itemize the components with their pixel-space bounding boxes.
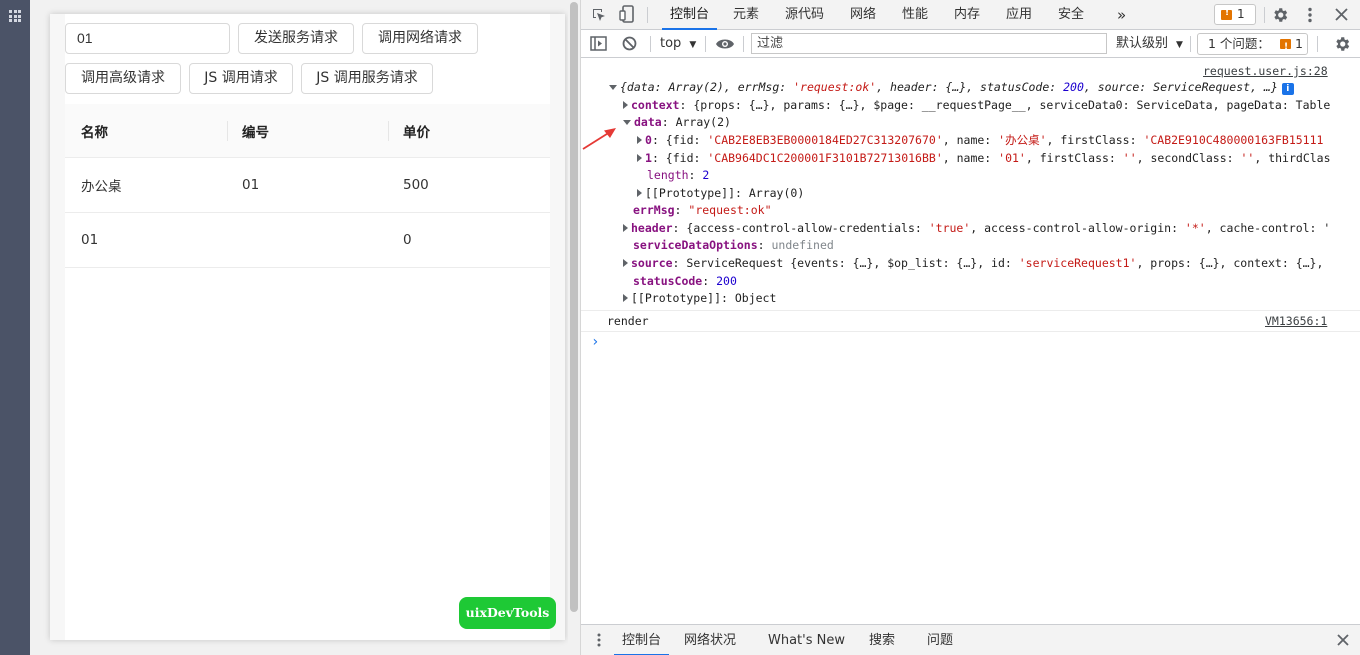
panel-splitter[interactable] [568,0,581,655]
devtools-main-toolbar: 控制台 元素 源代码 网络 性能 内存 应用 安全 » 1 [581,0,1360,30]
expand-triangle-icon[interactable] [623,294,628,302]
source-link[interactable]: VM13656:1 [1265,314,1327,328]
issues-button[interactable]: 1 个问题： 1 [1197,33,1308,57]
drawer-tab-issues[interactable]: 问题 [927,625,953,655]
expand-triangle-icon[interactable] [637,136,642,144]
send-service-request-button[interactable]: 发送服务请求 [238,23,354,54]
log-render: render [607,314,649,328]
prop-data-item-0[interactable]: 0: {fid: 'CAB2E8EB3EB0000184ED27C3132076… [637,132,1360,149]
tab-security[interactable]: 安全 [1058,0,1084,30]
expand-triangle-icon[interactable] [637,154,642,162]
red-arrow-annotation [582,128,616,150]
filter-input[interactable]: 过滤 [751,33,1107,54]
log-levels-dropdown[interactable]: 默认级别 ▼ [1116,30,1183,58]
clear-icon[interactable] [622,36,637,51]
expand-triangle-icon[interactable] [623,259,628,267]
page-content: 01 发送服务请求 调用网络请求 调用高级请求 JS 调用请求 JS 调用服务请… [65,14,556,640]
table-header: 名称 编号 单价 [65,104,550,158]
device-toggle-icon[interactable] [619,5,635,23]
more-tabs-chevron[interactable]: » [1117,0,1126,30]
gear-icon[interactable] [1333,35,1351,53]
call-advanced-request-button[interactable]: 调用高级请求 [65,63,181,94]
expand-triangle-icon[interactable] [623,101,628,109]
source-link[interactable]: request.user.js:28 [1203,64,1328,78]
tab-sources[interactable]: 源代码 [785,0,824,30]
value-input[interactable]: 01 [65,23,230,54]
tab-elements[interactable]: 元素 [733,0,759,30]
table-cell: 0 [403,232,412,248]
context-value: top [660,36,682,51]
drawer-tab-console[interactable]: 控制台 [613,625,670,655]
left-rail [0,0,30,655]
prop-header[interactable]: header: {access-control-allow-credential… [623,220,1360,237]
prop-servicedataoptions: serviceDataOptions: undefined [633,238,834,252]
drawer-tab-network-conditions[interactable]: 网络状况 [684,625,736,655]
table-cell: 01 [242,177,260,193]
issues-label: 1 个问题： [1208,36,1270,51]
prop-context[interactable]: context: {props: {…}, params: {…}, $page… [623,97,1360,114]
column-header-price: 单价 [403,124,430,141]
prop-data-item-1[interactable]: 1: {fid: 'CAB964DC1C200001F3101B72713016… [637,150,1360,167]
drawer-tabbar: 控制台 网络状况 What's New 搜索 问题 [581,624,1360,655]
context-selector[interactable]: top ▼ [660,30,696,58]
prop-prototype-object[interactable]: [[Prototype]]: Object [623,290,776,307]
log-levels-label: 默认级别 [1116,36,1169,51]
table-row[interactable]: 办公桌 01 500 [65,158,550,213]
uix-devtools-button[interactable]: uixDevTools [459,597,556,629]
tab-application[interactable]: 应用 [1006,0,1032,30]
expand-triangle-icon[interactable] [623,120,631,125]
gear-icon[interactable] [1271,6,1289,24]
prop-errmsg: errMsg: "request:ok" [633,203,772,217]
drawer-tab-whats-new[interactable]: What's New [768,625,845,655]
issue-flag-icon [1280,37,1291,57]
expand-triangle-icon[interactable] [637,189,642,197]
tab-memory[interactable]: 内存 [954,0,980,30]
screen: 01 发送服务请求 调用网络请求 调用高级请求 JS 调用请求 JS 调用服务请… [0,0,1360,655]
drawer-menu-icon[interactable] [597,633,601,647]
tab-performance[interactable]: 性能 [902,0,928,30]
issues-counter-button[interactable]: 1 [1214,4,1256,25]
console-prompt[interactable]: › [591,334,599,351]
table-cell: 01 [81,232,99,248]
prop-source[interactable]: source: ServiceRequest {events: {…}, $op… [623,255,1360,272]
tab-network[interactable]: 网络 [850,0,876,30]
console-output: request.user.js:28 {data: Array(2), errM… [581,58,1360,624]
table-row[interactable]: 01 0 [65,213,550,268]
prop-statuscode: statusCode: 200 [633,274,737,288]
sidebar-toggle-icon[interactable] [590,36,607,51]
table-cell: 办公桌 [81,179,122,195]
scrollbar-thumb[interactable] [570,2,578,612]
expand-triangle-icon[interactable] [609,85,617,90]
log-object-root[interactable]: {data: Array(2), errMsg: 'request:ok', h… [609,79,1294,96]
inspect-icon[interactable] [591,7,607,23]
console-toolbar: top ▼ 过滤 默认级别 ▼ 1 个问题： 1 [581,30,1360,58]
chevron-down-icon: ▼ [1176,40,1183,50]
drawer-tab-search[interactable]: 搜索 [869,625,895,655]
prop-data[interactable]: data: Array(2) [623,114,731,131]
column-header-code: 编号 [242,124,269,141]
kebab-icon[interactable] [1307,7,1313,23]
column-header-name: 名称 [81,124,108,141]
table-cell: 500 [403,177,429,193]
expand-triangle-icon[interactable] [623,224,628,232]
info-icon[interactable]: i [1281,83,1294,95]
issue-flag-icon [1221,8,1232,20]
js-call-service-request-button[interactable]: JS 调用服务请求 [301,63,433,94]
data-table: 名称 编号 单价 办公桌 01 500 01 0 [65,104,550,268]
js-call-request-button[interactable]: JS 调用请求 [189,63,293,94]
apps-grid-icon[interactable] [9,10,21,22]
devtools-panel: 控制台 元素 源代码 网络 性能 内存 应用 安全 » 1 [581,0,1360,655]
close-icon[interactable] [1335,8,1348,21]
prop-prototype-array[interactable]: [[Prototype]]: Array(0) [637,185,804,202]
close-icon[interactable] [1337,634,1349,646]
issues-count: 1 [1237,7,1245,21]
chevron-down-icon: ▼ [689,40,697,50]
issues-badge: 1 [1295,36,1303,51]
preview-canvas: 01 发送服务请求 调用网络请求 调用高级请求 JS 调用请求 JS 调用服务请… [30,0,568,655]
eye-icon[interactable] [715,38,735,50]
phone-frame: 01 发送服务请求 调用网络请求 调用高级请求 JS 调用请求 JS 调用服务请… [50,14,565,640]
prop-length: length: 2 [647,168,710,182]
call-network-request-button[interactable]: 调用网络请求 [362,23,478,54]
tab-console[interactable]: 控制台 [661,0,718,30]
